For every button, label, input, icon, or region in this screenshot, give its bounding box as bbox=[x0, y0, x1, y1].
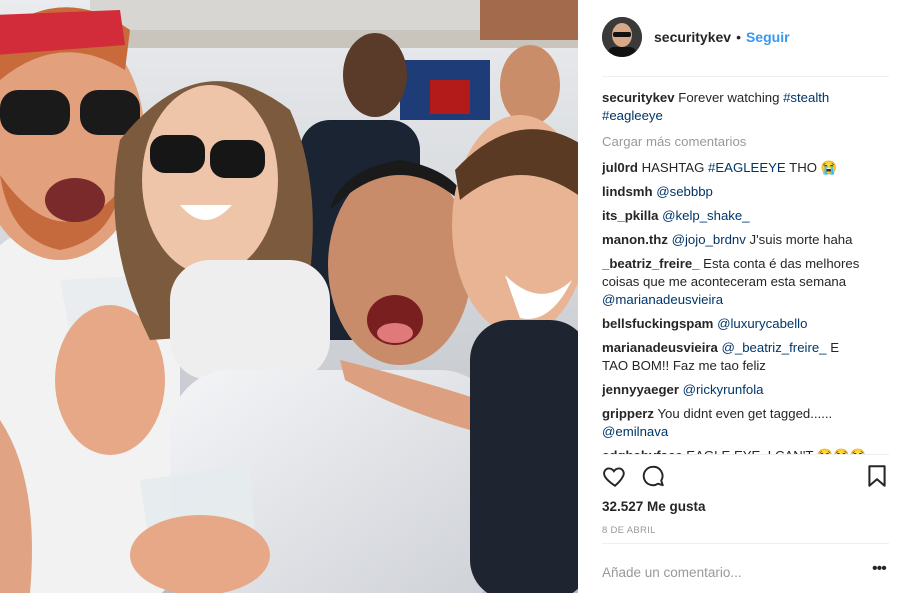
comment-mention[interactable]: @luxurycabello bbox=[717, 316, 807, 331]
avatar-image bbox=[602, 17, 642, 57]
comment-bubble-icon[interactable] bbox=[640, 463, 668, 491]
post-author-username[interactable]: securitykev bbox=[654, 29, 731, 45]
comment-text: HASHTAG bbox=[641, 160, 709, 175]
caption-username[interactable]: securitykev bbox=[602, 90, 675, 105]
caption: securitykev Forever watching #stealth #e… bbox=[602, 89, 868, 125]
comment-item: marianadeusvieira @_beatriz_freire_ E TA… bbox=[602, 339, 868, 375]
comment-mention[interactable]: @jojo_brdnv bbox=[672, 232, 746, 247]
bookmark-icon[interactable] bbox=[864, 463, 892, 491]
comment-username[interactable]: manon.thz bbox=[602, 232, 668, 247]
divider bbox=[602, 543, 889, 544]
comment-username[interactable]: gripperz bbox=[602, 406, 654, 421]
avatar[interactable] bbox=[602, 17, 642, 57]
post-date[interactable]: 8 DE ABRIL bbox=[602, 525, 656, 536]
comment-text-after: THO 😭 bbox=[785, 160, 838, 175]
comment-item: _beatriz_freire_ Esta conta é das melhor… bbox=[602, 255, 868, 309]
comment-username[interactable]: jul0rd bbox=[602, 160, 638, 175]
comment-text-after: J'suis morte haha bbox=[745, 232, 853, 247]
comment-mention[interactable]: @rickyrunfola bbox=[683, 382, 764, 397]
comment-item: lindsmh @sebbbp bbox=[602, 183, 868, 201]
comment-username[interactable]: marianadeusvieira bbox=[602, 340, 718, 355]
more-options-icon[interactable]: ••• bbox=[872, 561, 890, 581]
header-separator: • bbox=[736, 29, 741, 45]
post-photo[interactable] bbox=[0, 0, 578, 593]
comment-item: gripperz You didnt even get tagged......… bbox=[602, 405, 868, 441]
comment-mention[interactable]: @sebbbp bbox=[656, 184, 713, 199]
comment-item: bellsfuckingspam @luxurycabello bbox=[602, 315, 868, 333]
post-sidebar: securitykev • Seguir securitykev Forever… bbox=[578, 0, 897, 593]
post-header: securitykev • Seguir bbox=[602, 17, 868, 57]
add-comment-input[interactable] bbox=[602, 563, 832, 581]
heart-icon[interactable] bbox=[602, 463, 630, 491]
divider bbox=[602, 76, 889, 77]
comment-text: You didnt even get tagged...... bbox=[657, 406, 833, 421]
comment-username[interactable]: jennyyaeger bbox=[602, 382, 679, 397]
comment-username[interactable]: its_pkilla bbox=[602, 208, 658, 223]
comment-item: its_pkilla @kelp_shake_ bbox=[602, 207, 868, 225]
action-bar bbox=[602, 463, 892, 493]
comment-mention[interactable]: @_beatriz_freire_ bbox=[722, 340, 827, 355]
photo-illustration bbox=[0, 0, 578, 593]
comment-mention[interactable]: @kelp_shake_ bbox=[662, 208, 749, 223]
comment-mention[interactable]: #EAGLEEYE bbox=[708, 160, 786, 175]
comment-username[interactable]: lindsmh bbox=[602, 184, 653, 199]
caption-text: Forever watching bbox=[678, 90, 784, 105]
comments-list[interactable]: securitykev Forever watching #stealth #e… bbox=[602, 89, 868, 454]
follow-button[interactable]: Seguir bbox=[746, 29, 790, 45]
comment-item: jennyyaeger @rickyrunfola bbox=[602, 381, 868, 399]
comment-mention[interactable]: @marianadeusvieira bbox=[602, 292, 723, 307]
comment-item: jul0rd HASHTAG #EAGLEEYE THO 😭 bbox=[602, 159, 868, 177]
comment-username[interactable]: bellsfuckingspam bbox=[602, 316, 713, 331]
comment-username[interactable]: _beatriz_freire_ bbox=[602, 256, 700, 271]
comment-mention[interactable]: @emilnava bbox=[602, 424, 668, 439]
divider bbox=[602, 454, 889, 455]
comment-item: edgbabyface EAGLE EYE, I CAN'T 😂😂😂😂 bbox=[602, 447, 868, 454]
like-count[interactable]: 32.527 Me gusta bbox=[602, 499, 706, 514]
comment-item: manon.thz @jojo_brdnv J'suis morte haha bbox=[602, 231, 868, 249]
load-more-comments-button[interactable]: Cargar más comentarios bbox=[602, 133, 868, 151]
